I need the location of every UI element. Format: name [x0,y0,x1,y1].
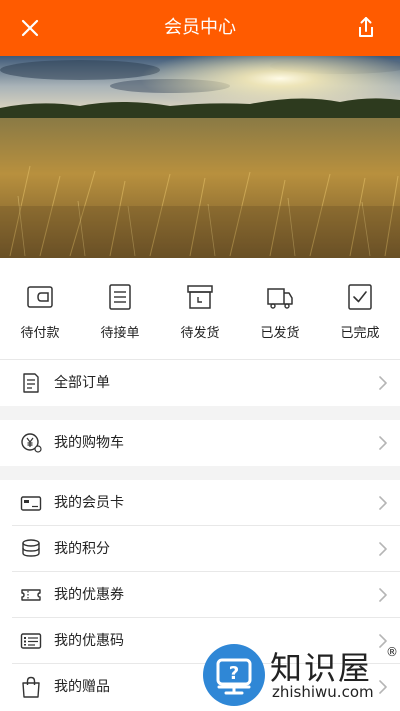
order-status-label: 已完成 [340,326,380,341]
wallet-icon [27,286,53,308]
order-shipped[interactable]: 已发货 [240,282,320,342]
chevron-right-icon [379,588,387,602]
orders-icon [23,373,39,393]
section-gap [0,466,400,480]
chevron-right-icon [379,376,387,390]
order-pending-accept[interactable]: 待接单 [80,282,160,342]
menu-member-card[interactable]: 我的会员卡 [0,480,400,526]
order-status-label: 待付款 [20,326,60,341]
order-status-label: 待接单 [100,326,140,341]
code-card-icon [20,633,42,649]
menu-cart[interactable]: 我的购物车 [0,420,400,466]
menu-label: 我的积分 [54,541,110,557]
watermark-reg: ® [386,645,398,659]
cart-yuan-icon [21,433,42,453]
order-status-label: 已发货 [260,326,300,341]
banner-image [0,56,400,258]
watermark: ? 知识屋 ® zhishiwu.com [200,641,400,711]
chevron-right-icon [379,542,387,556]
chevron-right-icon [379,496,387,510]
section-gap [0,406,400,420]
ticket-icon [21,589,41,601]
check-icon [348,284,372,310]
menu-coupons[interactable]: 我的优惠券 [0,572,400,618]
list-icon [109,284,131,310]
share-button[interactable] [350,12,382,44]
order-completed[interactable]: 已完成 [320,282,400,342]
page-title: 会员中心 [164,17,236,38]
menu-label: 全部订单 [54,375,110,391]
menu-points[interactable]: 我的积分 [0,526,400,572]
order-status-label: 待发货 [180,326,220,341]
order-pending-ship[interactable]: 待发货 [160,282,240,342]
order-pending-payment[interactable]: 待付款 [0,282,80,342]
box-icon [187,285,213,309]
truck-icon [267,288,293,309]
chevron-right-icon [379,436,387,450]
menu-label: 我的优惠码 [54,633,124,649]
order-status-bar: 待付款 待接单 待发货 已发货 已完成 [0,258,400,360]
top-bar: 会员中心 [0,0,400,56]
menu-label: 我的赠品 [54,679,110,695]
menu-label: 我的优惠券 [54,587,124,603]
menu-label: 我的购物车 [54,435,124,451]
menu-label: 我的会员卡 [54,495,124,511]
coins-icon [22,539,40,557]
watermark-url: zhishiwu.com [272,683,374,701]
card-icon [20,496,42,511]
svg-text:?: ? [229,663,239,684]
share-icon [359,17,373,37]
menu-all-orders[interactable]: 全部订单 [0,360,400,406]
shopping-bag-icon [22,676,40,698]
watermark-logo-icon: ? [203,644,265,706]
